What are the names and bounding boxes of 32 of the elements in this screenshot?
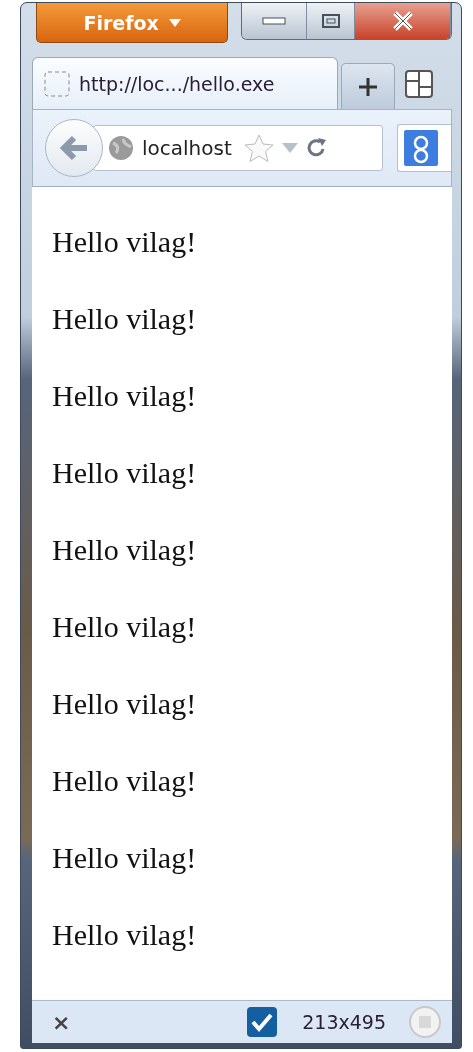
greeting-text: Hello vilag! [52, 226, 198, 258]
greeting-text: Hello vilag! [52, 919, 198, 951]
checkbox[interactable] [246, 1006, 279, 1038]
greeting-text: Hello vilag! [52, 611, 198, 643]
search-engine-icon [404, 130, 438, 166]
minimize-icon [261, 17, 286, 25]
stop-icon [408, 1005, 442, 1039]
minimize-button[interactable] [242, 3, 307, 39]
close-icon [391, 11, 414, 31]
window-size-text: 213x495 [302, 1011, 386, 1033]
address-field[interactable]: localhost [93, 125, 383, 171]
new-tab-button[interactable] [341, 63, 395, 109]
star-icon[interactable] [243, 133, 274, 163]
browser-tab[interactable]: http://loc.../hello.exe [32, 57, 338, 109]
close-status-button[interactable]: × [52, 1009, 247, 1035]
greeting-text: Hello vilag! [52, 534, 198, 566]
greeting-text: Hello vilag! [52, 765, 198, 797]
plus-icon [357, 75, 379, 98]
greeting-text: Hello vilag! [52, 380, 198, 412]
greeting-text: Hello vilag! [52, 842, 198, 874]
reload-icon[interactable] [305, 137, 328, 159]
maximize-button[interactable] [306, 3, 356, 39]
greeting-text: Hello vilag! [52, 303, 198, 335]
close-button[interactable] [355, 3, 451, 39]
greeting-text: Hello vilag! [52, 688, 198, 720]
blank-page-icon [43, 69, 71, 98]
greeting-text: Hello vilag! [52, 457, 198, 489]
search-field[interactable] [397, 124, 451, 172]
globe-icon [108, 135, 134, 161]
maximize-icon [321, 14, 340, 28]
caret-icon [168, 18, 181, 27]
back-arrow-icon [59, 135, 89, 161]
